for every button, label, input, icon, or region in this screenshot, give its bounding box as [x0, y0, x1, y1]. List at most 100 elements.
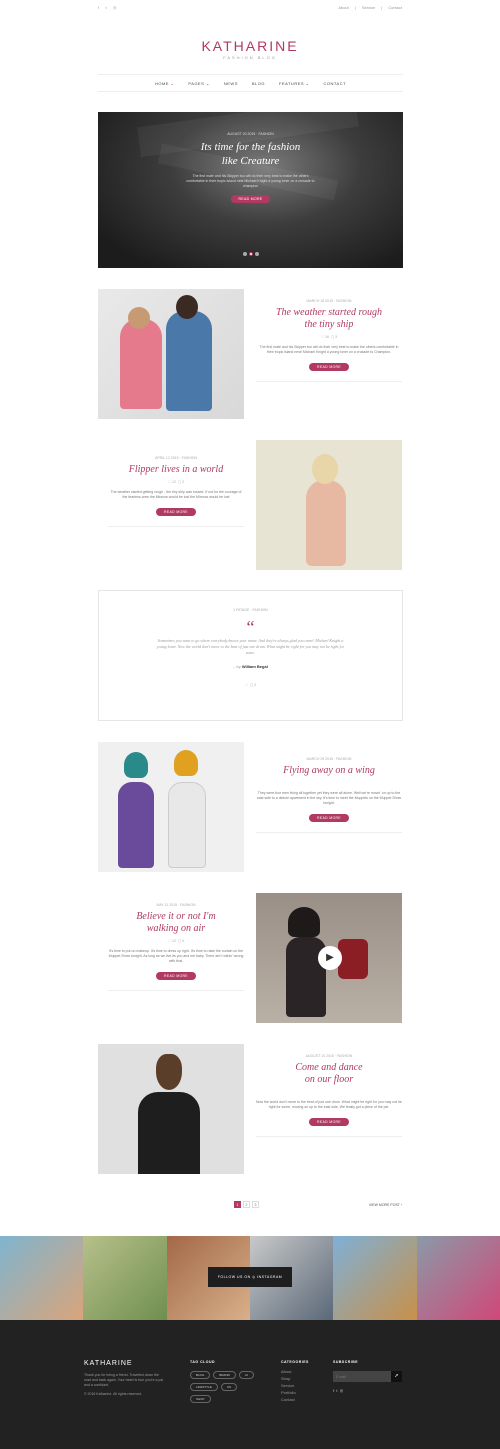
twitter-icon[interactable]: t: [336, 1388, 337, 1393]
footer-about-text: Thank you for being a friend. Travelled …: [84, 1373, 164, 1387]
tag-pill[interactable]: BRAND: [213, 1371, 236, 1379]
post-title[interactable]: The weather started rough the tiny ship: [256, 307, 402, 331]
nav-item-features[interactable]: FEATURES ⌄: [279, 81, 310, 86]
page-button[interactable]: 3: [252, 1201, 259, 1208]
post-card: APRIL 12 2015 · FASHION Flipper lives in…: [108, 456, 244, 527]
quote-card: 1 FATAGE · FASHION “ Sometimes you want …: [98, 590, 403, 721]
post-counts: ♡ 12 ▢ 2: [167, 480, 185, 484]
post-image[interactable]: [98, 1044, 244, 1174]
read-more-button[interactable]: READ MORE: [156, 508, 196, 516]
instagram-photo[interactable]: [83, 1236, 167, 1320]
read-more-button[interactable]: READ MORE: [309, 1118, 349, 1126]
category-link[interactable]: Portfolio: [281, 1389, 331, 1396]
tag-pill[interactable]: UI: [238, 1371, 254, 1379]
play-icon[interactable]: ▶: [318, 946, 342, 970]
instagram-icon: ◎: [252, 1275, 256, 1279]
post-title[interactable]: Flipper lives in a world: [108, 464, 244, 476]
post-card: AUGUST 10 2015 · FASHION Come and dance o…: [256, 1054, 402, 1137]
nav-item-contact[interactable]: CONTACT: [324, 81, 347, 86]
top-bar: f t ◎ About | Service | Contact: [0, 0, 500, 16]
post-video[interactable]: ▶: [256, 893, 402, 1023]
read-more-button[interactable]: READ MORE: [156, 972, 196, 980]
facebook-icon[interactable]: f: [98, 5, 99, 10]
page-button[interactable]: 2: [243, 1201, 250, 1208]
category-link[interactable]: Shop: [281, 1375, 331, 1382]
view-more-link[interactable]: VIEW MORE POST ›: [369, 1203, 402, 1207]
slider-dots: [98, 252, 403, 258]
instagram-photo[interactable]: [333, 1236, 417, 1320]
slider-dot[interactable]: [254, 252, 259, 256]
hero-content: AUGUST 20 2015 · FASHION Its time for th…: [98, 132, 403, 203]
footer-categories: CATEGORIES About Shop Service Portfolio …: [281, 1360, 331, 1403]
top-link-service[interactable]: Service: [362, 5, 375, 10]
tag-pill[interactable]: LIFESTYLE: [190, 1383, 218, 1391]
category-link[interactable]: About: [281, 1368, 331, 1375]
comment-icon: ▢: [249, 683, 254, 687]
social-links: f t ◎: [98, 5, 122, 11]
top-link-contact[interactable]: Contact: [388, 5, 402, 10]
comment-icon: ▢: [177, 480, 182, 484]
pagination: 123: [234, 1201, 261, 1208]
post-card: MARCH 29 2015 · FASHION Flying away on a…: [256, 757, 402, 833]
instagram-icon[interactable]: ◎: [340, 1388, 344, 1393]
quote-counts: ♡ ▢ 2: [244, 683, 257, 687]
top-links: About | Service | Contact: [338, 5, 402, 10]
footer-brand: KATHARINE: [84, 1360, 133, 1367]
tag-pill[interactable]: CS: [220, 1383, 238, 1391]
comment-icon: ▢: [177, 939, 182, 943]
post-meta: APRIL 12 2015 · FASHION: [154, 456, 198, 460]
hero-read-more-button[interactable]: READ MORE: [230, 195, 271, 203]
post-meta: MARCH 29 2015 · FASHION: [306, 757, 352, 761]
quote-author: – by William Begal: [233, 664, 268, 669]
heart-icon: ♡: [320, 335, 325, 339]
categories-title: CATEGORIES: [281, 1360, 309, 1364]
nav-item-news[interactable]: NEWS: [224, 81, 238, 86]
nav-item-home[interactable]: HOME ⌄: [155, 81, 174, 86]
quote-meta: 1 FATAGE · FASHION: [233, 608, 268, 612]
post-card: MAY 11 2015 · FASHION Believe it or not …: [108, 903, 244, 991]
twitter-icon[interactable]: t: [106, 5, 107, 10]
page-button[interactable]: 1: [234, 1201, 241, 1208]
post-title[interactable]: Believe it or not I'm walking on air: [108, 911, 244, 935]
post-image[interactable]: [98, 742, 244, 872]
comment-icon: ▢: [330, 335, 335, 339]
post-image[interactable]: [256, 440, 402, 570]
read-more-button[interactable]: READ MORE: [309, 814, 349, 822]
read-more-button[interactable]: READ MORE: [309, 363, 349, 371]
footer-about: KATHARINE Thank you for being a friend. …: [84, 1360, 164, 1397]
facebook-icon[interactable]: f: [333, 1388, 334, 1393]
footer: KATHARINE Thank you for being a friend. …: [0, 1320, 500, 1449]
nav-item-blog[interactable]: BLOG: [252, 81, 265, 86]
slider-dot[interactable]: [242, 252, 247, 256]
post-excerpt: The first mate and his Skipper too will …: [259, 345, 399, 354]
footer-tags: TAG CLOUD BLOG BRAND UI LIFESTYLE CS SHOP: [190, 1360, 270, 1407]
site-logo[interactable]: KATHARINE FASHION BLOG: [0, 38, 500, 60]
heart-icon: ♡: [167, 939, 172, 943]
quote-text: Sometimes you want to go where everybody…: [156, 638, 345, 655]
footer-copyright: © 2016 Katharine. All rights reserved.: [84, 1392, 143, 1396]
post-title[interactable]: Come and dance on our floor: [256, 1062, 402, 1086]
instagram-follow-button[interactable]: FOLLOW US ON ◎ INSTAGRAM: [208, 1267, 292, 1287]
subscribe-email-input[interactable]: [333, 1371, 391, 1382]
post-excerpt: They were four men living all together y…: [256, 791, 402, 805]
instagram-icon[interactable]: ◎: [113, 5, 117, 10]
hero-slider[interactable]: AUGUST 20 2015 · FASHION Its time for th…: [98, 112, 403, 268]
category-link[interactable]: Contact: [281, 1396, 331, 1403]
send-icon[interactable]: ➚: [391, 1371, 402, 1382]
post-image[interactable]: [98, 289, 244, 419]
tag-pill[interactable]: BLOG: [190, 1371, 211, 1379]
footer-subscribe: SUBSCRIBE ➚ f t ◎: [333, 1360, 405, 1393]
brand-tagline: FASHION BLOG: [223, 55, 277, 60]
instagram-photo[interactable]: [416, 1236, 500, 1320]
post-counts: ♡ 12 ▢ 0: [167, 939, 185, 943]
subscribe-title: SUBSCRIBE: [333, 1360, 359, 1364]
instagram-photo[interactable]: [0, 1236, 84, 1320]
tag-pill[interactable]: SHOP: [190, 1395, 211, 1403]
category-link[interactable]: Service: [281, 1382, 331, 1389]
top-link-about[interactable]: About: [338, 5, 348, 10]
nav-item-pages[interactable]: PAGES ⌄: [188, 81, 209, 86]
post-meta: AUGUST 10 2015 · FASHION: [305, 1054, 353, 1058]
slider-dot[interactable]: [248, 252, 253, 256]
post-title[interactable]: Flying away on a wing: [256, 765, 402, 777]
heart-icon: ♡: [167, 480, 172, 484]
